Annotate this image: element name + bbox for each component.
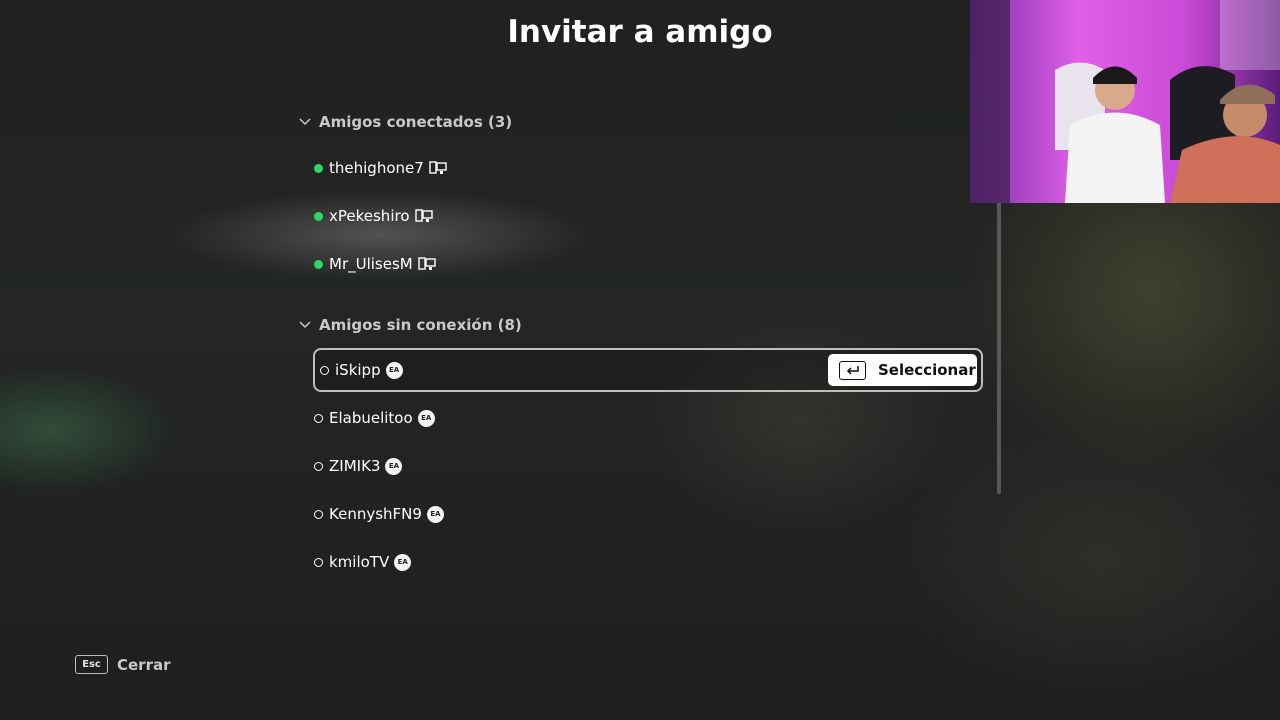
friend-name: ZIMIK3 — [329, 457, 381, 475]
friend-name: KennyshFN9 — [329, 505, 422, 523]
offline-status-dot — [314, 557, 323, 567]
scrollbar[interactable] — [997, 200, 1001, 494]
chevron-down-icon — [299, 118, 311, 126]
friend-name: xPekeshiro — [329, 207, 410, 225]
offline-status-dot — [320, 365, 329, 375]
close-hint[interactable]: Esc Cerrar — [75, 655, 171, 674]
enter-key-icon — [839, 360, 866, 380]
friend-name: thehighone7 — [329, 159, 424, 177]
offline-status-dot — [314, 509, 323, 519]
ea-icon: EA — [426, 505, 444, 523]
section-title: Amigos sin conexión (8) — [319, 316, 522, 334]
section-title: Amigos conectados (3) — [319, 113, 513, 131]
friend-row[interactable]: xPekeshiro — [314, 194, 984, 238]
pc-icon — [414, 209, 433, 222]
friend-name: Mr_UlisesM — [329, 255, 413, 273]
offline-status-dot — [314, 461, 323, 471]
friend-row[interactable]: Mr_UlisesM — [314, 242, 984, 286]
section-header-offline[interactable]: Amigos sin conexión (8) — [296, 316, 522, 334]
chevron-down-icon — [299, 321, 311, 329]
pc-icon — [418, 257, 436, 270]
online-status-dot — [314, 163, 323, 173]
friend-name: iSkipp — [335, 361, 381, 379]
friend-name: Elabuelitoo — [329, 409, 413, 427]
friend-row[interactable]: KennyshFN9 EA — [314, 492, 984, 536]
section-header-online[interactable]: Amigos conectados (3) — [296, 113, 512, 131]
ea-icon: EA — [394, 553, 412, 571]
esc-key-icon: Esc — [75, 655, 108, 674]
friend-row[interactable]: ZIMIK3 EA — [314, 444, 984, 488]
friend-row-selected[interactable]: iSkipp EA Seleccionar — [313, 348, 983, 392]
online-status-dot — [314, 211, 323, 221]
close-label: Cerrar — [117, 655, 171, 674]
ea-icon: EA — [385, 457, 403, 475]
select-button-label: Seleccionar — [878, 361, 976, 379]
offline-status-dot — [314, 413, 323, 423]
ea-icon: EA — [385, 361, 403, 379]
webcam-overlay — [970, 0, 1280, 203]
select-button[interactable]: Seleccionar — [828, 354, 977, 386]
friend-row[interactable]: thehighone7 — [314, 146, 984, 190]
ea-icon: EA — [417, 409, 435, 427]
friend-row[interactable]: Elabuelitoo EA — [314, 396, 984, 440]
friend-name: kmiloTV — [329, 553, 390, 571]
online-status-dot — [314, 259, 323, 269]
friend-row[interactable]: kmiloTV EA — [314, 540, 984, 584]
pc-icon — [429, 161, 447, 174]
